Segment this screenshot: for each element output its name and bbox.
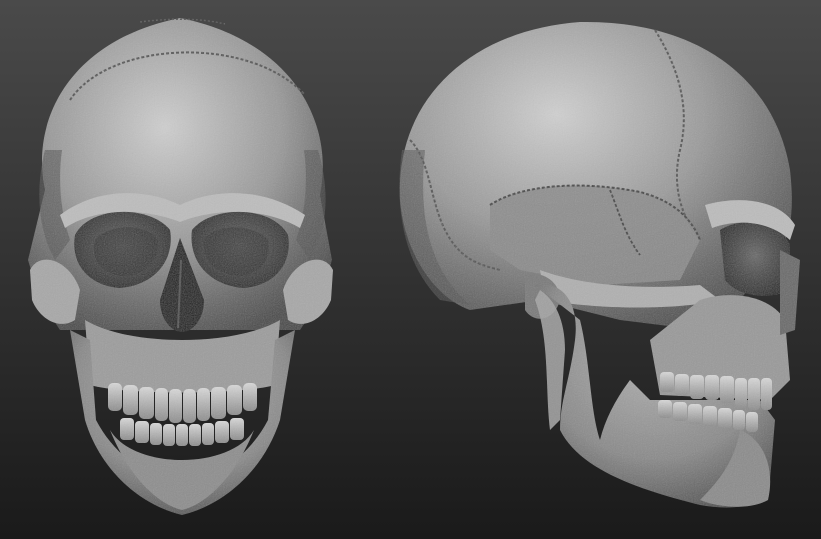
- front-upper-tooth: [197, 388, 210, 421]
- front-lower-tooth: [120, 418, 134, 440]
- side-lower-tooth: [673, 402, 687, 421]
- side-upper-tooth: [761, 378, 772, 410]
- front-lower-tooth: [163, 424, 175, 446]
- front-upper-tooth: [183, 389, 196, 423]
- side-lower-tooth: [733, 410, 745, 430]
- side-lower-tooth: [718, 408, 732, 428]
- front-lower-tooth: [215, 421, 229, 443]
- front-upper-tooth: [155, 388, 168, 421]
- side-upper-tooth: [748, 378, 760, 410]
- side-upper-tooth: [720, 376, 734, 403]
- front-upper-tooth: [108, 383, 122, 411]
- front-lower-tooth: [135, 421, 149, 443]
- side-orbit: [720, 222, 790, 296]
- front-upper-tooth: [243, 383, 257, 411]
- front-lower-tooth: [176, 424, 188, 446]
- front-lower-tooth: [150, 423, 162, 445]
- front-upper-tooth: [139, 387, 154, 419]
- front-lower-tooth: [189, 424, 201, 446]
- front-upper-tooth: [227, 385, 242, 415]
- sculpt-viewport: [0, 0, 821, 539]
- front-upper-tooth: [169, 389, 182, 423]
- render-canvas: [0, 0, 821, 539]
- side-upper-tooth: [690, 375, 704, 399]
- front-upper-tooth: [123, 385, 138, 415]
- side-lower-tooth: [688, 404, 702, 424]
- side-lower-tooth: [658, 400, 672, 418]
- side-lower-tooth: [746, 412, 758, 432]
- front-lower-tooth: [230, 418, 244, 440]
- front-upper-tooth: [211, 387, 226, 419]
- side-lower-tooth: [703, 406, 717, 426]
- side-upper-tooth: [735, 378, 747, 408]
- side-upper-tooth: [675, 374, 689, 396]
- front-lower-tooth: [202, 423, 214, 445]
- side-upper-tooth: [705, 375, 719, 400]
- side-upper-tooth: [660, 372, 674, 392]
